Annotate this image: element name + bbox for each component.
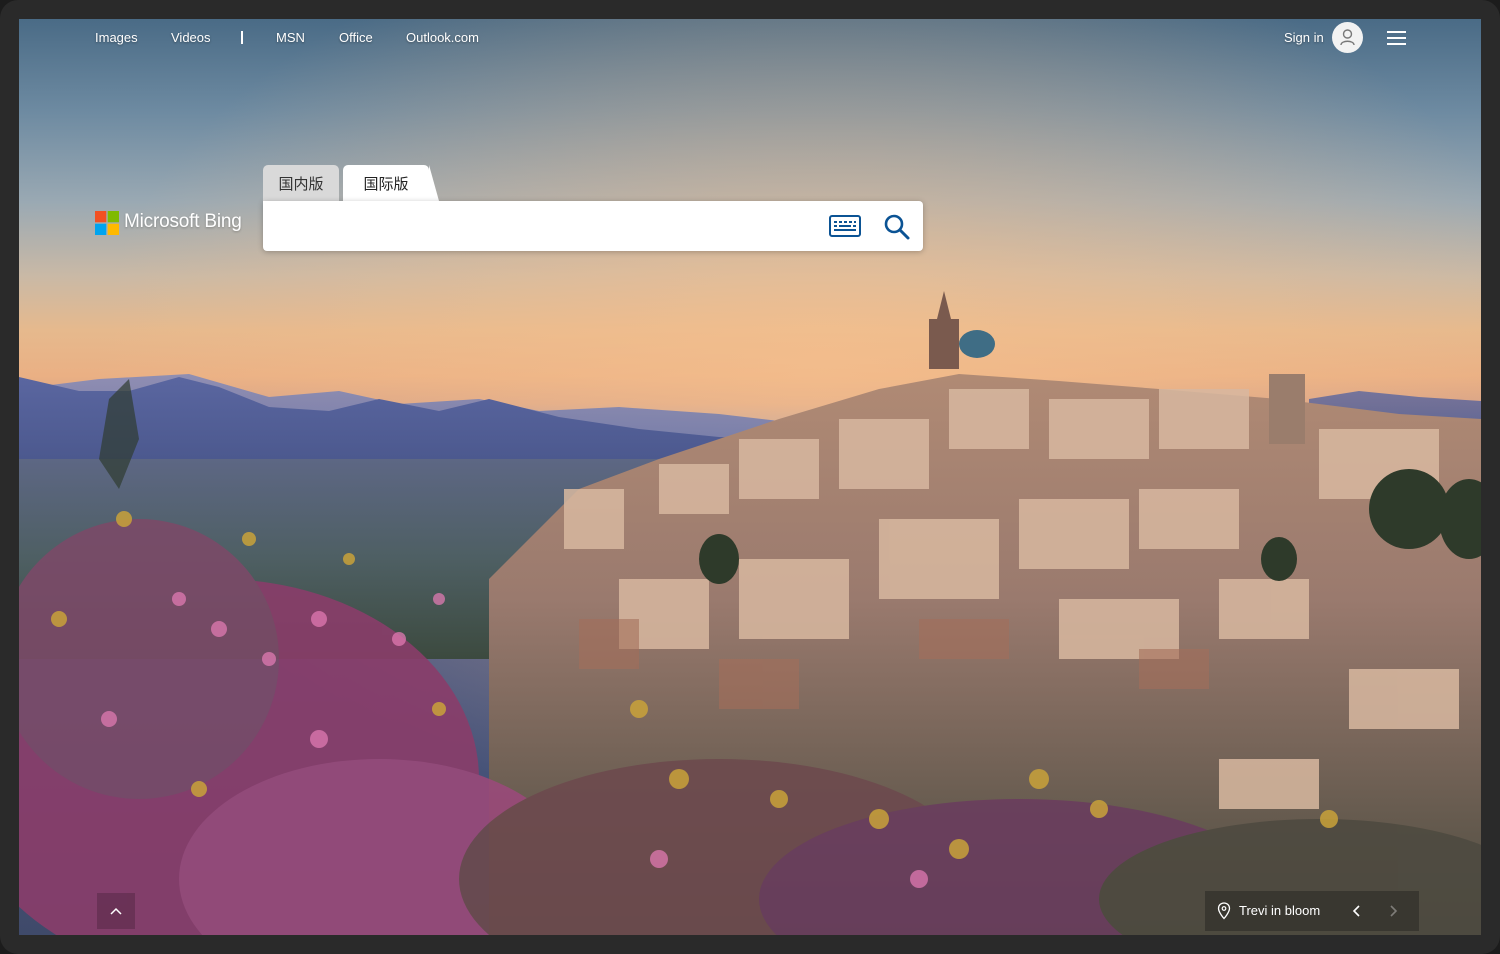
person-icon[interactable] [1332,22,1363,53]
bing-logo[interactable]: Microsoft Bing [95,210,255,236]
nav-divider [241,31,243,44]
background-image [19,19,1481,935]
image-caption-title[interactable]: Trevi in bloom [1239,903,1320,918]
top-navigation: Images Videos MSN Office Outlook.com Sig… [19,19,1481,59]
device-frame: Images Videos MSN Office Outlook.com Sig… [0,0,1500,954]
search-input[interactable] [277,211,821,243]
chevron-up-icon[interactable] [97,893,135,929]
logo-text: Microsoft Bing [124,211,242,232]
tab-international[interactable]: 国际版 [343,165,439,201]
nav-link-videos[interactable]: Videos [171,30,211,45]
location-pin-icon [1217,902,1231,920]
nav-link-msn[interactable]: MSN [276,30,305,45]
nav-link-images[interactable]: Images [95,30,138,45]
search-box [263,201,923,251]
tab-domestic[interactable]: 国内版 [263,165,339,201]
keyboard-icon[interactable] [829,214,861,238]
hamburger-menu-icon[interactable] [1385,29,1409,47]
sign-in-link[interactable]: Sign in [1284,30,1324,45]
chevron-left-icon[interactable] [1345,899,1369,923]
nav-link-outlook[interactable]: Outlook.com [406,30,479,45]
search-icon[interactable] [883,213,911,241]
image-caption-bar: Trevi in bloom [1205,891,1419,931]
microsoft-logo-icon [95,211,119,235]
nav-link-office[interactable]: Office [339,30,373,45]
browser-viewport: Images Videos MSN Office Outlook.com Sig… [19,19,1481,935]
chevron-right-icon[interactable] [1381,899,1405,923]
